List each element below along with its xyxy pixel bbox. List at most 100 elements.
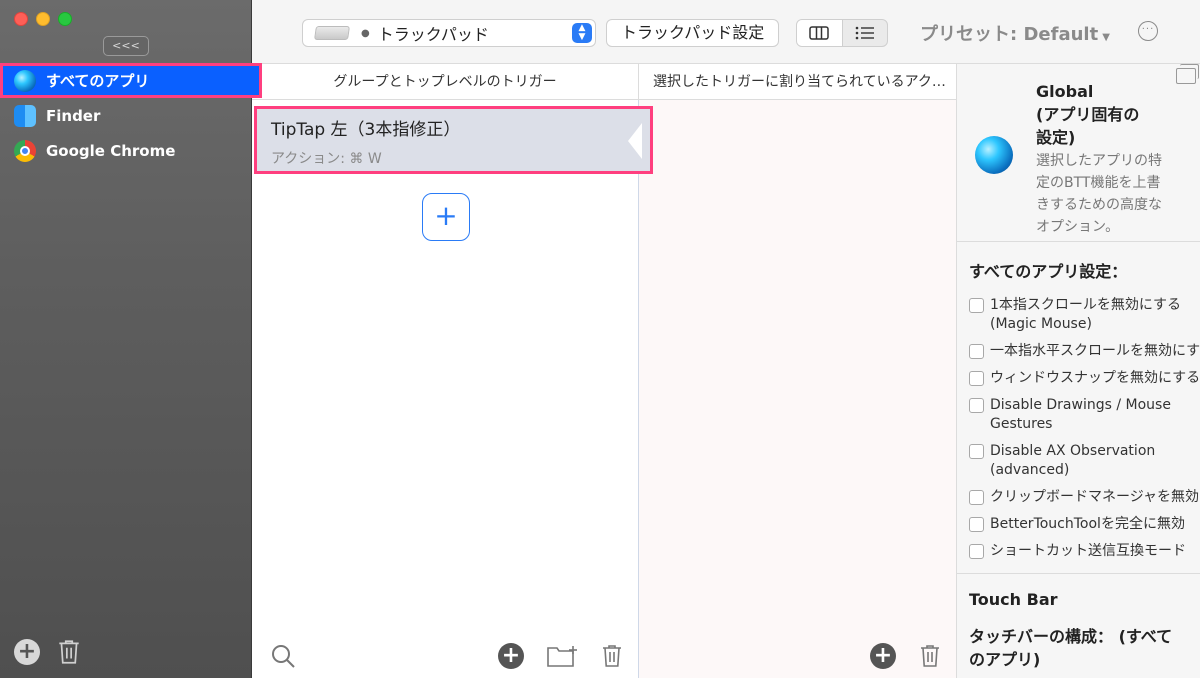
triggers-column-header: グループとトップレベルのトリガー <box>252 64 639 100</box>
trackpad-settings-button[interactable]: トラックパッド設定 <box>606 19 780 47</box>
column-view-button[interactable] <box>797 20 843 46</box>
add-action-button[interactable]: + <box>870 643 896 669</box>
device-type-select[interactable]: ● トラックパッド ▲ ▼ <box>302 19 596 47</box>
option-label-line: 1本指スクロールを無効にする <box>990 297 1182 313</box>
window-controls <box>14 12 72 26</box>
triggers-footer: + <box>252 634 638 678</box>
touchbar-section: Touch Bar タッチバーの構成： (すべて のアプリ) <box>957 573 1200 677</box>
new-folder-icon[interactable] <box>546 644 578 668</box>
option-disable-drawings[interactable]: Disable Drawings / Mouse Gestures <box>957 392 1200 438</box>
all-apps-settings-header: すべてのアプリ設定： <box>969 262 1128 281</box>
trash-icon[interactable] <box>600 643 624 669</box>
trackpad-icon <box>314 26 350 40</box>
preset-label: プリセット: Default <box>920 24 1099 45</box>
option-label: BetterTouchToolを完全に無効 <box>990 516 1185 532</box>
action-toolbar: + <box>870 643 942 669</box>
app-sidebar: <<< すべてのアプリ Finder Google Chrome + <box>0 0 262 678</box>
global-desc-line: きするための高度な <box>1036 197 1162 213</box>
trigger-row[interactable]: TipTap 左（3本指修正） アクション: ⌘ W <box>254 106 653 174</box>
zoom-window-button[interactable] <box>58 12 72 26</box>
collapse-sidebar-button[interactable]: <<< <box>103 36 149 56</box>
trigger-title: TipTap 左（3本指修正） <box>271 120 461 140</box>
app-item-google-chrome[interactable]: Google Chrome <box>0 133 252 168</box>
touchbar-header: Touch Bar <box>969 590 1058 609</box>
sidebar-footer: + <box>14 638 82 666</box>
global-desc-line: 定のBTT機能を上書 <box>1036 175 1161 191</box>
app-item-finder[interactable]: Finder <box>0 98 252 133</box>
option-disable-btt-completely[interactable]: BetterTouchToolを完全に無効 <box>957 511 1200 538</box>
option-disable-ax-observation[interactable]: Disable AX Observation (advanced) <box>957 438 1200 484</box>
add-trigger-button[interactable]: + <box>422 193 470 241</box>
more-options-button[interactable]: ··· <box>1138 21 1158 41</box>
checkbox[interactable] <box>969 398 984 413</box>
trash-icon[interactable] <box>918 643 942 669</box>
add-trigger-circle-button[interactable]: + <box>498 643 524 669</box>
option-disable-window-snap[interactable]: ウィンドウスナップを無効にする <box>957 365 1200 392</box>
option-disable-one-finger-scroll[interactable]: 1本指スクロールを無効にする (Magic Mouse) <box>957 292 1200 338</box>
option-label: ウィンドウスナップを無効にする <box>990 370 1200 386</box>
touchbar-config-label: タッチバーの構成： (すべて のアプリ) <box>957 619 1200 677</box>
toolbar: ● トラックパッド ▲ ▼ トラックパッド設定 プリセット: Default ▼ ·… <box>252 0 1200 64</box>
checkbox[interactable] <box>969 544 984 559</box>
option-disable-horizontal-scroll[interactable]: 一本指水平スクロールを無効にす <box>957 338 1200 365</box>
bullet-icon: ● <box>361 27 370 39</box>
minimize-window-button[interactable] <box>36 12 50 26</box>
app-item-all-apps[interactable]: すべてのアプリ <box>0 63 262 98</box>
device-select-value: トラックパッド <box>377 25 489 44</box>
option-label-line: Gestures <box>990 416 1053 432</box>
globe-icon <box>975 136 1013 174</box>
option-label: 1本指スクロールを無効にする (Magic Mouse) <box>990 296 1188 334</box>
actions-column-header: 選択したトリガーに割り当てられているアク… <box>639 64 957 100</box>
option-label: ショートカット送信互換モード <box>990 543 1186 559</box>
touchbar-config-line: タッチバーの構成： (すべて <box>969 627 1173 646</box>
global-title-line: (アプリ固有の <box>1036 105 1140 124</box>
trigger-toolbar: + <box>498 643 624 669</box>
selection-notch <box>628 123 642 159</box>
global-title: Global (アプリ固有の 設定) <box>1036 80 1186 149</box>
chrome-icon <box>14 139 36 162</box>
option-label: Disable AX Observation (advanced) <box>990 442 1188 480</box>
triggers-column: TipTap 左（3本指修正） アクション: ⌘ W + + <box>252 100 653 678</box>
trash-icon[interactable] <box>56 638 82 666</box>
add-app-button[interactable]: + <box>14 639 40 665</box>
option-label-line: Disable Drawings / Mouse <box>990 397 1171 413</box>
trigger-action-summary: アクション: ⌘ W <box>271 151 382 167</box>
actions-footer: + <box>639 634 956 678</box>
app-item-label: すべてのアプリ <box>46 72 150 90</box>
checkbox[interactable] <box>969 298 984 313</box>
app-list: すべてのアプリ Finder Google Chrome <box>0 63 262 168</box>
option-shortcut-compat-mode[interactable]: ショートカット送信互換モード <box>957 538 1200 565</box>
close-window-button[interactable] <box>14 12 28 26</box>
search-icon[interactable] <box>270 643 296 669</box>
checkbox[interactable] <box>969 490 984 505</box>
global-desc-line: 選択したアプリの特 <box>1036 153 1162 169</box>
option-label: 一本指水平スクロールを無効にす <box>990 343 1200 359</box>
checkbox[interactable] <box>969 444 984 459</box>
app-item-label: Finder <box>46 106 101 125</box>
global-title-line: 設定) <box>1036 128 1076 147</box>
finder-icon <box>14 104 36 127</box>
option-label: クリップボードマネージャを無効 <box>990 489 1200 505</box>
global-desc-line: オプション。 <box>1036 219 1120 235</box>
globe-icon <box>14 69 36 92</box>
list-view-button[interactable] <box>843 20 888 46</box>
global-description: 選択したアプリの特 定のBTT機能を上書 きするための高度な オプション。 <box>1036 150 1196 238</box>
global-title-line: Global <box>1036 82 1094 101</box>
checkbox[interactable] <box>969 344 984 359</box>
list-icon <box>855 26 874 40</box>
option-label: Disable Drawings / Mouse Gestures <box>990 396 1188 434</box>
checkbox[interactable] <box>969 371 984 386</box>
app-item-label: Google Chrome <box>46 141 176 160</box>
touchbar-config-line: のアプリ) <box>969 650 1041 669</box>
checkbox[interactable] <box>969 517 984 532</box>
chevron-up-down-icon: ▲ ▼ <box>572 23 592 43</box>
chevron-down-icon: ▼ <box>1102 32 1110 43</box>
preset-menu[interactable]: プリセット: Default ▼ <box>920 20 1110 46</box>
option-label-line: (Magic Mouse) <box>990 316 1092 332</box>
global-info: Global (アプリ固有の 設定) 選択したアプリの特 定のBTT機能を上書 … <box>957 64 1200 242</box>
option-label-line: (advanced) <box>990 462 1070 478</box>
view-mode-segmented-control <box>796 19 888 47</box>
actions-column: + <box>639 100 957 678</box>
option-disable-clipboard-manager[interactable]: クリップボードマネージャを無効 <box>957 484 1200 511</box>
app-settings-panel: Global (アプリ固有の 設定) 選択したアプリの特 定のBTT機能を上書 … <box>957 64 1200 678</box>
